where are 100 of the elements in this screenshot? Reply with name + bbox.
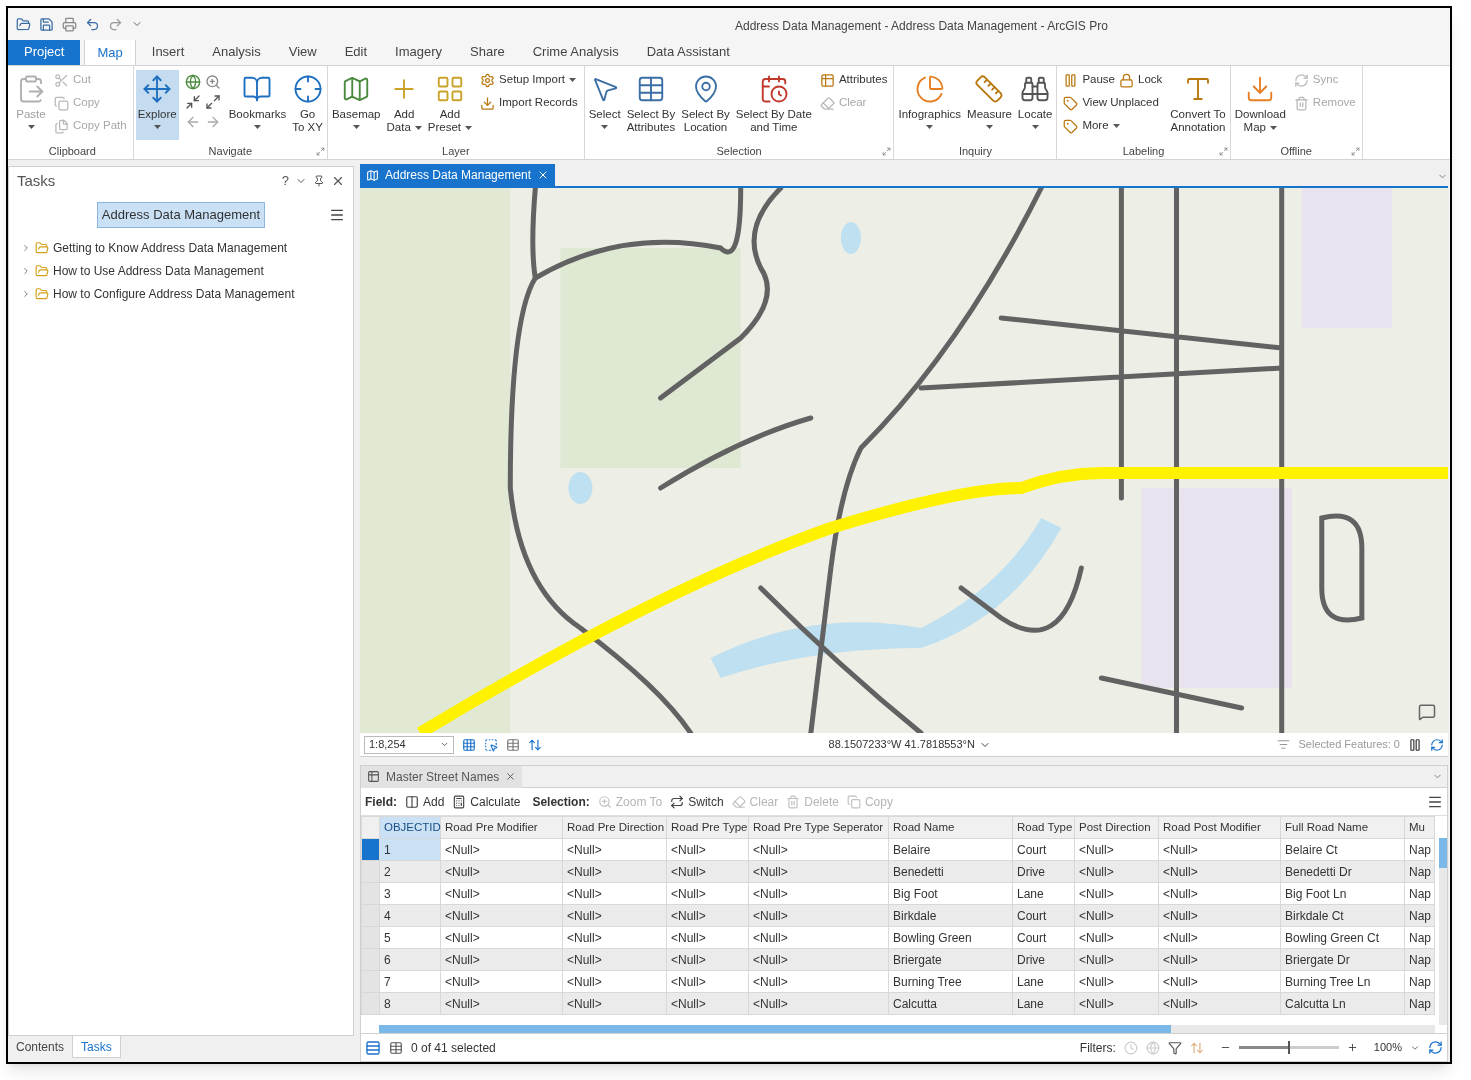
- ribbon-tab[interactable]: Insert: [139, 39, 197, 65]
- expand-icon[interactable]: [21, 289, 31, 299]
- ribbon-button[interactable]: Bookmarks: [226, 70, 289, 140]
- ribbon-tab[interactable]: Map: [84, 39, 136, 65]
- ribbon-button[interactable]: Locate: [1015, 70, 1055, 140]
- vertical-scrollbar[interactable]: [1439, 838, 1447, 1025]
- column-header[interactable]: Post Direction: [1074, 816, 1159, 839]
- pin-icon[interactable]: [313, 175, 325, 187]
- all-records-icon[interactable]: [365, 1039, 381, 1056]
- table-cell: Lane: [1012, 970, 1075, 993]
- close-icon[interactable]: [505, 771, 517, 782]
- map-tips-icon[interactable]: [1418, 703, 1436, 721]
- ribbon-button[interactable]: Add Data: [384, 70, 424, 140]
- task-group-item[interactable]: How to Use Address Data Management: [53, 262, 264, 280]
- column-header[interactable]: Road Pre Type: [666, 816, 749, 839]
- launcher-icon[interactable]: [315, 147, 325, 156]
- horizontal-scrollbar[interactable]: [379, 1025, 1435, 1033]
- zoom-in-icon[interactable]: [1346, 1042, 1358, 1053]
- table-icon[interactable]: [506, 737, 520, 752]
- snapping-icon[interactable]: [484, 737, 498, 752]
- printer-icon[interactable]: [62, 16, 77, 32]
- close-icon[interactable]: [331, 174, 345, 188]
- column-header[interactable]: Road Pre Type Seperator: [748, 816, 889, 839]
- document-tab[interactable]: Address Data Management: [360, 164, 556, 186]
- zoom-in-arrows-icon[interactable]: [184, 94, 201, 110]
- ribbon-tab[interactable]: Share: [458, 39, 517, 65]
- ribbon-button[interactable]: Select: [586, 70, 623, 140]
- ribbon-button[interactable]: Import Records: [480, 93, 578, 113]
- column-header[interactable]: OBJECTID: [379, 816, 441, 839]
- project-tab[interactable]: Project: [8, 39, 81, 65]
- undo-icon[interactable]: [85, 16, 100, 32]
- column-header[interactable]: Road Type: [1012, 816, 1075, 839]
- launcher-icon[interactable]: [1350, 147, 1360, 156]
- ribbon-button[interactable]: Measure: [965, 70, 1014, 140]
- ribbon-tab[interactable]: Crime Analysis: [520, 39, 631, 65]
- ribbon-button[interactable]: Attributes: [819, 70, 888, 90]
- selected-records-icon[interactable]: [389, 1040, 403, 1055]
- direction-icon[interactable]: [528, 737, 542, 752]
- save-icon[interactable]: [39, 16, 54, 32]
- expand-icon[interactable]: [21, 266, 31, 276]
- expand-icon[interactable]: [21, 243, 31, 253]
- ribbon-tab[interactable]: Edit: [332, 39, 380, 65]
- toolbar-button[interactable]: Switch: [670, 792, 724, 811]
- pane-tab[interactable]: Contents: [8, 1036, 73, 1058]
- ribbon-button[interactable]: Select By Attributes: [624, 70, 678, 140]
- column-header[interactable]: Road Name: [888, 816, 1013, 839]
- refresh-icon[interactable]: [1430, 737, 1444, 752]
- task-item-button[interactable]: Address Data Management: [96, 202, 266, 228]
- row-selector[interactable]: [361, 838, 380, 861]
- redo-icon[interactable]: [108, 16, 123, 32]
- eraser-icon: [731, 794, 746, 809]
- ribbon-button[interactable]: Add Preset: [425, 70, 475, 140]
- launcher-icon[interactable]: [1218, 147, 1228, 156]
- table-icon: [819, 72, 835, 88]
- globe-icon[interactable]: [184, 74, 201, 90]
- grid-icon[interactable]: [462, 737, 476, 752]
- refresh-icon[interactable]: [1428, 1040, 1443, 1055]
- ribbon-button[interactable]: Convert To Annotation: [1168, 70, 1228, 140]
- filter-icon[interactable]: [1167, 1040, 1182, 1055]
- column-header[interactable]: Full Road Name: [1280, 816, 1405, 839]
- table-cell: Drive: [1012, 860, 1075, 883]
- ribbon-button[interactable]: Explore: [135, 70, 179, 140]
- ribbon-button[interactable]: Download Map: [1232, 70, 1288, 140]
- ribbon-button[interactable]: Basemap: [329, 70, 383, 140]
- ribbon-button[interactable]: Select By Date and Time: [733, 70, 814, 140]
- ribbon-tab[interactable]: Data Assistant: [634, 39, 742, 65]
- pane-tab[interactable]: Tasks: [72, 1036, 121, 1058]
- sort-icon[interactable]: [1189, 1040, 1204, 1055]
- table-cell: <Null>: [440, 970, 563, 993]
- ribbon-button[interactable]: View Unplaced: [1063, 93, 1159, 113]
- ribbon-button[interactable]: Select By Location: [679, 70, 732, 140]
- menu-icon[interactable]: [329, 207, 345, 223]
- task-group-item[interactable]: Getting to Know Address Data Management: [53, 239, 288, 257]
- help-button[interactable]: ?: [281, 171, 289, 191]
- launcher-icon[interactable]: [882, 147, 892, 156]
- ribbon-button[interactable]: Go To XY: [290, 70, 325, 140]
- ribbon-tab[interactable]: Analysis: [200, 39, 273, 65]
- column-header[interactable]: Road Pre Direction: [562, 816, 667, 839]
- table-cell: <Null>: [562, 838, 667, 861]
- ribbon-tab[interactable]: Imagery: [383, 39, 455, 65]
- tag-icon: [1063, 95, 1079, 111]
- ribbon-button[interactable]: Infographics: [896, 70, 964, 140]
- column-header[interactable]: Mu: [1404, 816, 1435, 839]
- ribbon-button[interactable]: Setup Import: [480, 70, 576, 90]
- zoom-out-arrows-icon[interactable]: [204, 94, 221, 110]
- ribbon-button[interactable]: More: [1063, 116, 1120, 136]
- pause-icon[interactable]: [1408, 737, 1422, 752]
- task-group-item[interactable]: How to Configure Address Data Management: [53, 285, 295, 303]
- table-cell: <Null>: [666, 860, 749, 883]
- toolbar-button[interactable]: Calculate: [452, 792, 521, 811]
- ribbon-button[interactable]: Lock: [1119, 70, 1163, 90]
- column-header[interactable]: Road Pre Modifier: [440, 816, 563, 839]
- scale-field[interactable]: 1:8,254: [364, 735, 454, 754]
- ribbon-tab[interactable]: View: [276, 39, 329, 65]
- zoom-icon[interactable]: [204, 74, 221, 90]
- column-header[interactable]: Road Post Modifier: [1158, 816, 1281, 839]
- zoom-slider[interactable]: [1238, 1041, 1339, 1054]
- toolbar-button[interactable]: Add: [405, 792, 445, 811]
- ribbon-button[interactable]: Pause: [1063, 70, 1115, 90]
- table-tab[interactable]: Master Street Names: [361, 765, 523, 788]
